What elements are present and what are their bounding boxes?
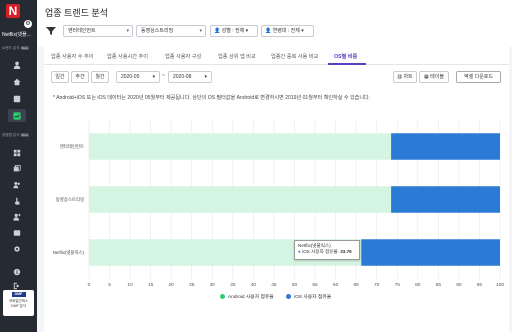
x-tick-label: 20 bbox=[169, 282, 175, 288]
page-title: 업종 트렌드 분석 bbox=[45, 8, 108, 18]
category-select-value: 엔터테인먼트 bbox=[68, 28, 96, 34]
y-category-label: 동영상스트리밍 bbox=[56, 196, 84, 203]
legend-android-dot bbox=[220, 294, 225, 299]
gender-filter[interactable]: 👤 성별 : 전체 ▾ bbox=[210, 25, 258, 37]
beta-badge: Beta bbox=[20, 46, 29, 50]
info-icon[interactable] bbox=[12, 267, 22, 276]
main-content: 업종 사용자 수 추이 업종 사용시간 추이 업종 사용자 구성 업종 상위 앱… bbox=[44, 47, 509, 332]
x-tick-label: 65 bbox=[353, 282, 359, 288]
chevron-down-icon: ▾ bbox=[126, 28, 129, 34]
y-category-label: 엔터테인먼트 bbox=[60, 143, 84, 150]
tooltip-label: iOS 사용자 점유율 bbox=[302, 249, 338, 254]
sidebar: N ⚙ Netflix(넷플... 트랜드 분석 Beta 경쟁앱 분석 Bet… bbox=[0, 0, 37, 332]
x-tick-label: 10 bbox=[127, 282, 133, 288]
trend-chart-icon[interactable] bbox=[8, 109, 26, 122]
tooltip-bullet: ● bbox=[298, 249, 301, 254]
app-logo[interactable]: N bbox=[6, 4, 20, 18]
filter-icon[interactable] bbox=[45, 26, 57, 36]
x-tick-label: 75 bbox=[395, 282, 401, 288]
x-tick-label: 40 bbox=[251, 282, 257, 288]
x-tick-label: 30 bbox=[210, 282, 216, 288]
profile-card-icon[interactable] bbox=[12, 228, 22, 237]
x-tick-label: 55 bbox=[312, 282, 318, 288]
android-share-bar bbox=[89, 186, 392, 213]
beta-badge-2: Beta bbox=[20, 133, 29, 137]
x-tick-label: 50 bbox=[292, 282, 298, 288]
gear-icon[interactable] bbox=[12, 244, 22, 253]
x-tick-label: 15 bbox=[148, 282, 154, 288]
age-filter[interactable]: 👤 연령대 : 전체 ▾ bbox=[261, 25, 314, 37]
x-tick-label: 45 bbox=[271, 282, 277, 288]
chart-tooltip: Netflix(넷플릭스) ● iOS 사용자 점유율: 33.76 bbox=[294, 240, 360, 260]
chevron-down-icon: ▾ bbox=[245, 28, 249, 34]
logout-icon[interactable] bbox=[12, 281, 22, 290]
gender-filter-label: 성별 : 전체 bbox=[221, 28, 245, 34]
legend-android-label: Android 사용자 점유율 bbox=[228, 295, 274, 300]
os-share-chart: 0 5 10 15 20 25 30 35 40 45 50 55 60 65 70 75 80 85 90 95 10… bbox=[53, 120, 504, 288]
legend-ios[interactable]: iOS 사용자 점유율 bbox=[286, 293, 331, 300]
ios-share-bar bbox=[391, 186, 500, 213]
ios-share-bar bbox=[391, 133, 500, 160]
x-tick-label: 35 bbox=[230, 282, 236, 288]
person-icon: 👤 bbox=[214, 28, 221, 34]
subcategory-select-value: 동영상스트리밍 bbox=[141, 28, 174, 34]
touch-icon[interactable] bbox=[12, 196, 22, 205]
x-tick-label: 95 bbox=[477, 282, 483, 288]
users-icon[interactable] bbox=[12, 180, 22, 189]
dmp-tag: DMP bbox=[11, 292, 26, 297]
chevron-down-icon: ▾ bbox=[199, 28, 202, 34]
person-icon: 👤 bbox=[265, 28, 272, 34]
x-tick-label: 0 bbox=[88, 282, 91, 288]
grid-icon[interactable] bbox=[12, 148, 22, 157]
category-select[interactable]: 엔터테인먼트 ▾ bbox=[63, 25, 133, 37]
chevron-down-icon: ▾ bbox=[301, 28, 304, 34]
header: 업종 트렌드 분석 엔터테인먼트 ▾ 동영상스트리밍 ▾ 👤 성별 : 전체 ▾ 👤… bbox=[37, 0, 512, 47]
age-filter-label: 연령대 : 전체 bbox=[272, 28, 300, 34]
android-share-bar bbox=[89, 133, 392, 160]
user-icon[interactable] bbox=[12, 60, 22, 69]
home-icon[interactable] bbox=[12, 77, 22, 86]
selected-app-name[interactable]: Netflix(넷플... bbox=[2, 31, 36, 38]
tooltip-value: 33.76 bbox=[340, 249, 352, 254]
x-tick-label: 80 bbox=[415, 282, 421, 288]
time-icon[interactable] bbox=[12, 94, 22, 103]
settings-dot-icon[interactable]: ⚙ bbox=[24, 20, 32, 28]
x-tick-label: 70 bbox=[374, 282, 380, 288]
x-tick-label: 90 bbox=[456, 282, 462, 288]
x-tick-label: 5 bbox=[108, 282, 111, 288]
legend-ios-dot bbox=[286, 294, 291, 299]
subcategory-select[interactable]: 동영상스트리밍 ▾ bbox=[136, 25, 206, 37]
legend-android[interactable]: Android 사용자 점유율 bbox=[220, 293, 274, 300]
promo-line-2: DMP 분석 bbox=[11, 303, 26, 308]
x-tick-label: 25 bbox=[189, 282, 195, 288]
legend-ios-label: iOS 사용자 점유율 bbox=[294, 295, 332, 300]
section-competitor-label: 경쟁앱 분석 bbox=[2, 133, 20, 137]
compare-icon[interactable] bbox=[12, 164, 22, 173]
dmp-promo-banner[interactable]: DMP 모바일인덱스 DMP 분석 bbox=[3, 290, 34, 316]
x-tick-label: 100 bbox=[496, 282, 504, 288]
y-category-label: Netflix(넷플릭스) bbox=[53, 249, 85, 256]
ios-share-bar bbox=[361, 239, 500, 266]
person-add-icon[interactable] bbox=[12, 212, 22, 221]
section-competitor-analysis: 경쟁앱 분석 Beta bbox=[2, 133, 36, 138]
x-tick-label: 85 bbox=[436, 282, 442, 288]
section-trend-label: 트랜드 분석 bbox=[2, 46, 20, 50]
section-trend-analysis: 트랜드 분석 Beta bbox=[2, 46, 36, 51]
x-tick-label: 60 bbox=[333, 282, 339, 288]
